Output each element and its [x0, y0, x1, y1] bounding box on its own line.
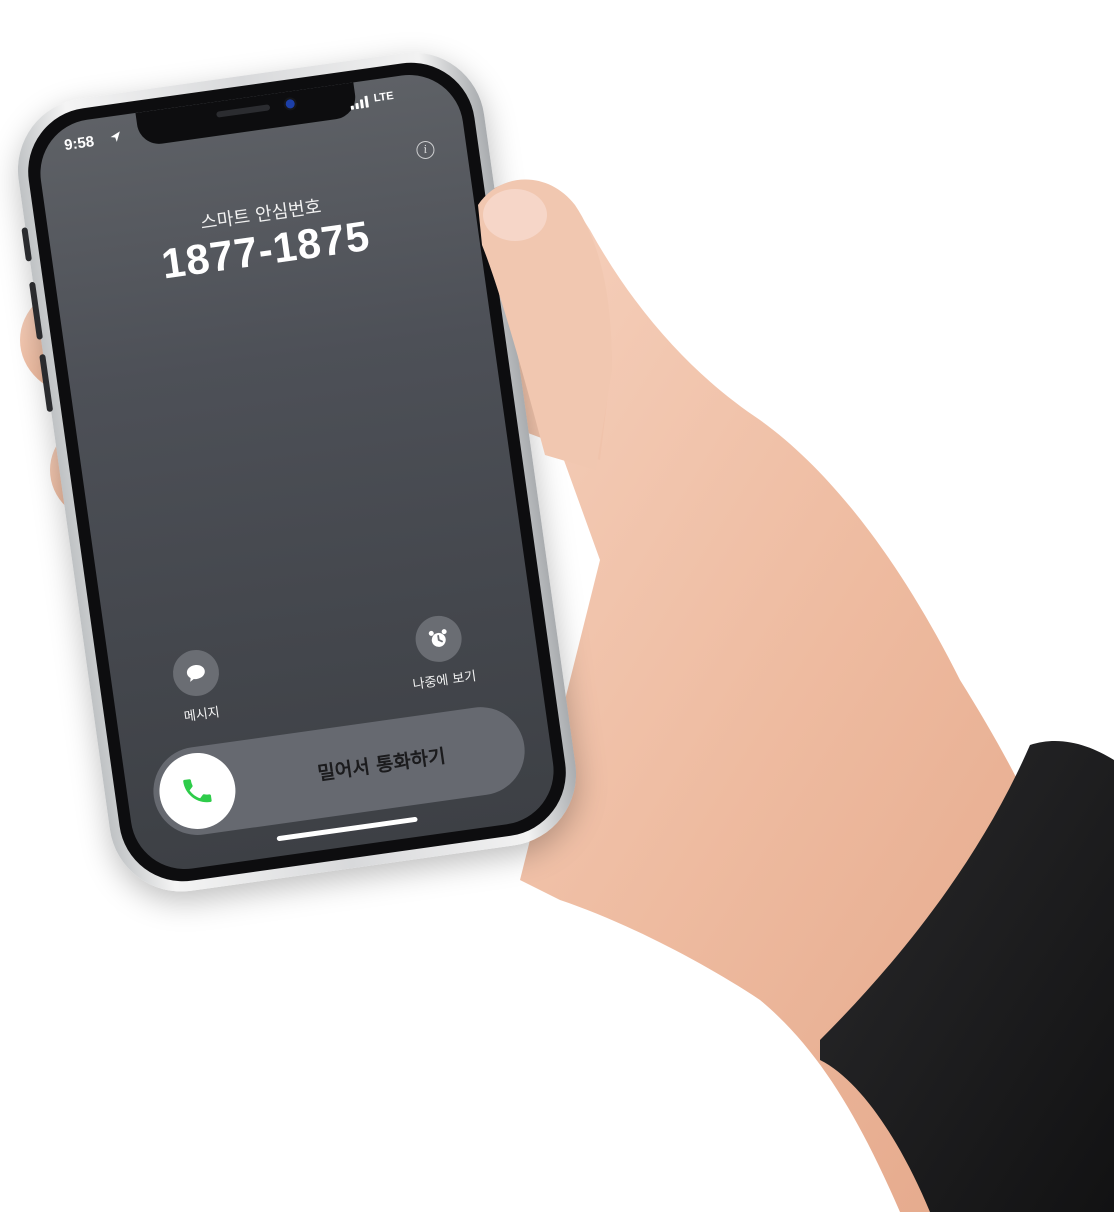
scene: 9:58 LTE i 스마트 안심번호 1877-1875 메시지 나중에 보기… [0, 0, 1114, 1212]
cellular-signal-icon [350, 95, 369, 110]
message-label: 메시지 [183, 705, 221, 726]
remind-later-button[interactable] [412, 612, 465, 665]
remind-later-label: 나중에 보기 [411, 669, 478, 693]
status-time: 9:58 [63, 133, 96, 155]
slide-to-answer[interactable]: 밀어서 통화하기 [147, 701, 531, 841]
phone-icon [183, 779, 212, 803]
message-bubble-icon [186, 664, 205, 682]
message-button[interactable] [170, 647, 222, 699]
location-arrow-icon [110, 131, 120, 142]
alarm-clock-icon [428, 629, 447, 647]
front-camera [285, 98, 296, 109]
message-action[interactable]: 메시지 [148, 644, 247, 729]
slider-knob[interactable] [154, 748, 241, 834]
info-icon[interactable]: i [415, 139, 436, 161]
earpiece-speaker [216, 104, 271, 118]
network-type: LTE [372, 89, 395, 105]
slider-label: 밀어서 통화하기 [316, 745, 447, 785]
remind-later-action[interactable]: 나중에 보기 [391, 610, 490, 695]
